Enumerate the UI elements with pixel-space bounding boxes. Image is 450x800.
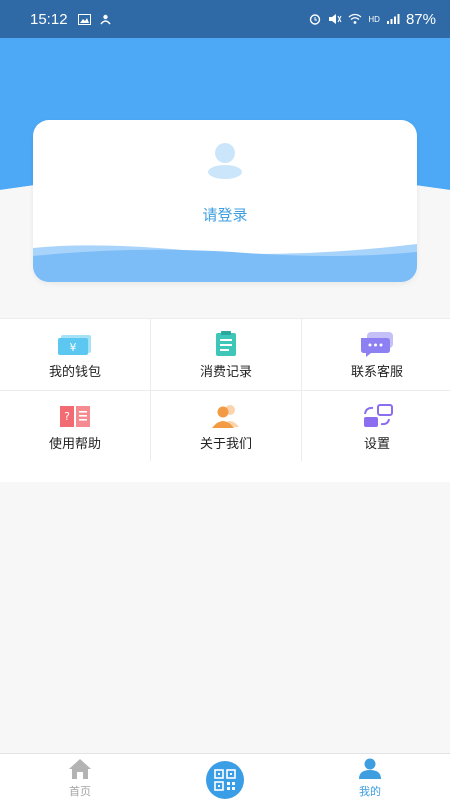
tab-home[interactable]: 首页 bbox=[40, 757, 120, 799]
login-prompt[interactable]: 请登录 bbox=[33, 204, 417, 225]
notification-icon bbox=[99, 14, 111, 24]
help-book-icon: ? bbox=[60, 406, 90, 427]
menu-item-customer-service[interactable]: 联系客服 bbox=[302, 319, 450, 390]
clipboard-icon bbox=[216, 331, 236, 356]
battery-level: 87% bbox=[405, 10, 436, 28]
svg-text:¥: ¥ bbox=[70, 341, 77, 354]
settings-switch-icon bbox=[364, 404, 393, 427]
gallery-icon bbox=[77, 13, 91, 25]
wallet-icon: ¥ bbox=[58, 335, 91, 355]
tab-label: 首页 bbox=[69, 785, 91, 798]
status-time: 15:12 bbox=[30, 10, 68, 28]
profile-card[interactable]: 请登录 bbox=[33, 120, 417, 282]
spacer bbox=[0, 462, 450, 482]
menu-label: 我的钱包 bbox=[48, 365, 101, 380]
menu-item-settings[interactable]: 设置 bbox=[302, 391, 450, 462]
wifi-icon bbox=[348, 13, 362, 24]
menu-item-help[interactable]: ? 使用帮助 bbox=[0, 391, 150, 462]
status-bar: 15:12 HD 87% bbox=[0, 0, 450, 38]
qr-code-icon bbox=[214, 769, 236, 791]
svg-text:?: ? bbox=[64, 410, 70, 423]
tab-mine[interactable]: 我的 bbox=[330, 757, 410, 799]
menu-label: 设置 bbox=[363, 437, 390, 452]
card-wave-decoration bbox=[33, 244, 417, 282]
people-icon bbox=[212, 405, 239, 428]
avatar-icon[interactable] bbox=[206, 142, 244, 180]
menu-item-wallet[interactable]: ¥ 我的钱包 bbox=[0, 319, 150, 390]
menu-label: 使用帮助 bbox=[48, 437, 101, 452]
tab-label: 我的 bbox=[359, 785, 381, 798]
user-icon bbox=[359, 758, 381, 779]
home-icon bbox=[69, 759, 91, 779]
menu-grid: ¥ 我的钱包 消费记录 联系客服 ? 使用帮助 关于我们 设置 bbox=[0, 318, 450, 462]
network-type: HD bbox=[368, 14, 380, 24]
menu-item-consumption-records[interactable]: 消费记录 bbox=[151, 319, 301, 390]
menu-label: 消费记录 bbox=[199, 365, 252, 380]
signal-icon bbox=[386, 14, 400, 24]
menu-label: 联系客服 bbox=[350, 365, 403, 380]
mute-icon bbox=[329, 14, 342, 24]
menu-item-about-us[interactable]: 关于我们 bbox=[151, 391, 301, 462]
alarm-icon bbox=[310, 14, 321, 25]
scan-button[interactable] bbox=[206, 761, 244, 799]
chat-bubble-icon bbox=[361, 332, 393, 357]
status-indicators: HD 87% bbox=[308, 11, 436, 28]
menu-label: 关于我们 bbox=[199, 437, 252, 452]
